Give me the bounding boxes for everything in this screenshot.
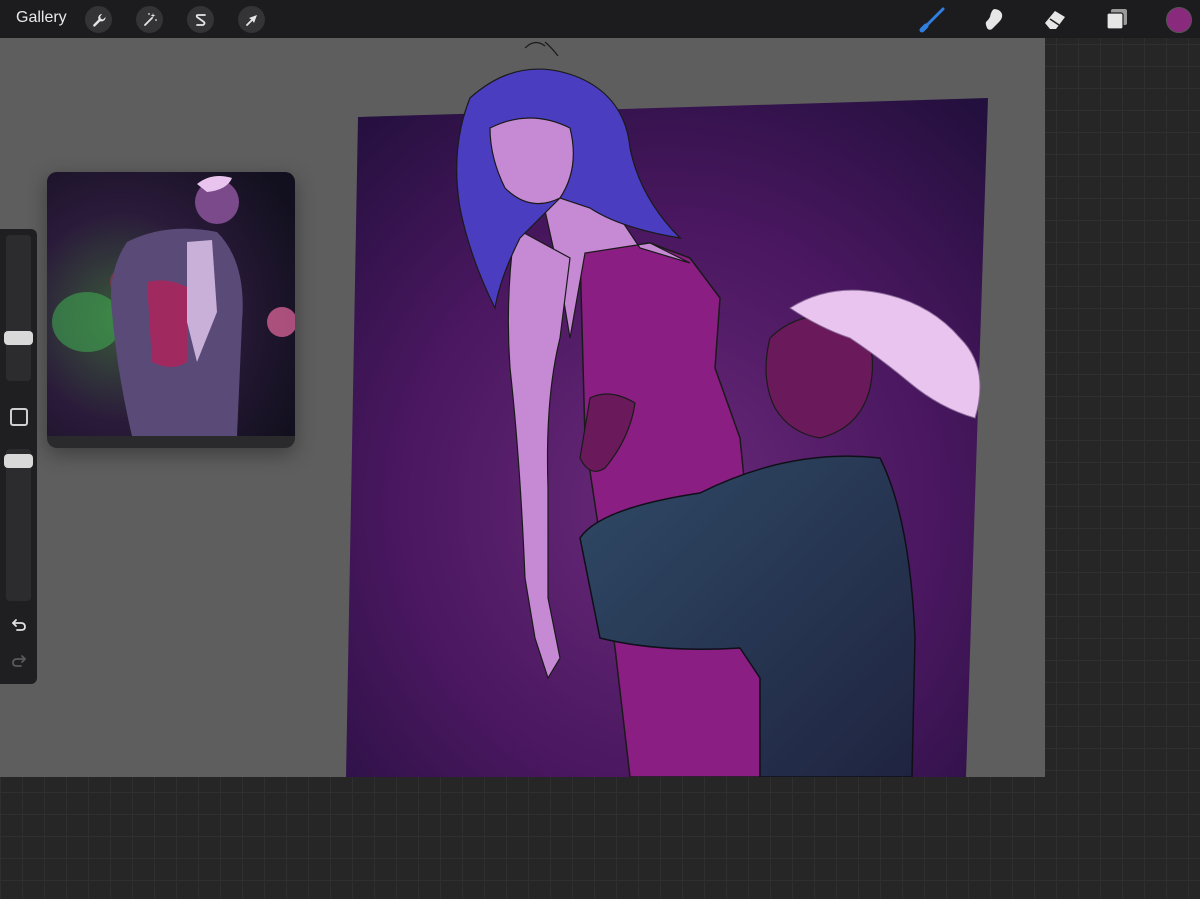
- undo-icon: [12, 619, 26, 631]
- opacity-thumb[interactable]: [4, 454, 33, 468]
- brush-icon: [919, 7, 945, 33]
- side-slider-panel: [0, 229, 37, 684]
- arrow-cursor-icon: [245, 14, 257, 26]
- brush-size-slider[interactable]: [6, 235, 31, 381]
- eraser-tool-button[interactable]: [1041, 5, 1069, 33]
- selection-s-icon: [195, 13, 206, 26]
- top-toolbar: Gallery: [0, 0, 1200, 38]
- actions-button[interactable]: [85, 6, 112, 33]
- transform-button[interactable]: [238, 6, 265, 33]
- adjustments-button[interactable]: [136, 6, 163, 33]
- redo-icon: [12, 655, 26, 667]
- opacity-slider[interactable]: [6, 449, 31, 601]
- eraser-icon: [1045, 11, 1065, 29]
- layers-button[interactable]: [1103, 5, 1131, 33]
- magic-wand-icon: [143, 12, 157, 26]
- gallery-button[interactable]: Gallery: [16, 9, 67, 27]
- selection-button[interactable]: [187, 6, 214, 33]
- smudge-icon: [985, 9, 1003, 30]
- reference-image: [47, 172, 295, 436]
- color-picker-button[interactable]: [1166, 7, 1192, 33]
- reference-window[interactable]: [47, 172, 295, 448]
- sketch-marks: [524, 41, 559, 57]
- smudge-tool-button[interactable]: [980, 5, 1008, 33]
- wrench-icon: [92, 13, 106, 27]
- layers-icon: [1106, 9, 1127, 30]
- undo-button[interactable]: [9, 615, 29, 635]
- brush-size-thumb[interactable]: [4, 331, 33, 345]
- brush-tool-button[interactable]: [919, 5, 947, 33]
- modify-button[interactable]: [10, 408, 28, 426]
- redo-button[interactable]: [9, 651, 29, 671]
